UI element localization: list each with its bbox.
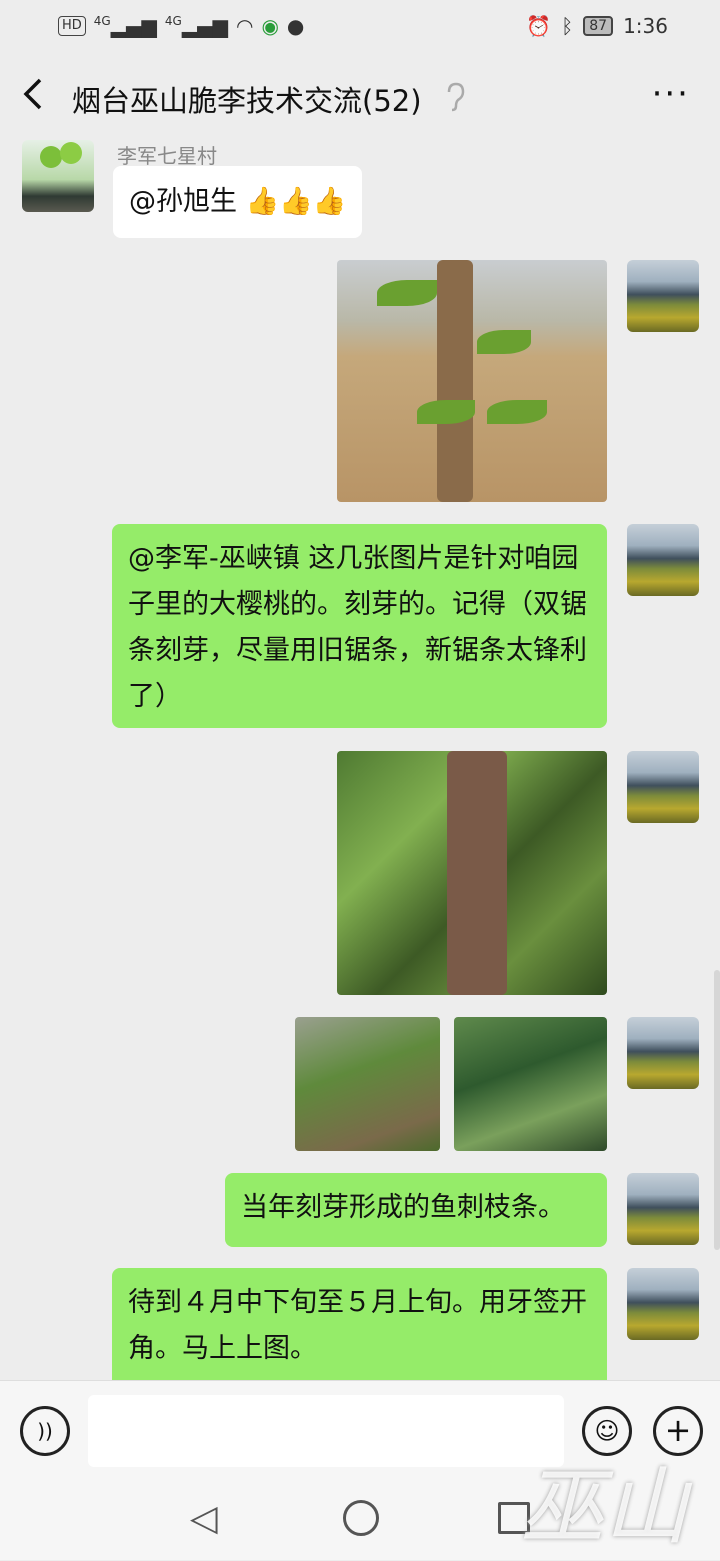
app-notification-icon: ◉ [261,14,279,38]
avatar-self[interactable] [627,1268,699,1340]
back-button[interactable] [20,76,56,120]
photo-message[interactable] [337,260,607,502]
message-input[interactable] [88,1395,564,1467]
signal-4g-icon: 4G▂▄▆ [93,14,157,38]
leaf-image [477,330,531,354]
watermark: 巫山 [520,1458,689,1556]
voice-input-button[interactable]: )) [20,1406,70,1456]
message-icon: ● [286,14,305,38]
chat-area[interactable]: 李军七星村 @孙旭生 👍👍👍 @李军-巫峡镇 这几张图片是针对咱园子里的大樱桃的… [0,140,720,1380]
avatar-self[interactable] [627,751,699,823]
back-arrow-icon [23,78,42,110]
clock: 1:36 [623,14,668,38]
chat-header: 烟台巫山脆李技术交流(52) ··· [0,56,720,140]
status-left: HD 4G▂▄▆ 4G▂▄▆ ◠ ◉ ● [58,14,304,38]
message-bubble[interactable]: 待到４月中下旬至５月上旬。用牙签开角。马上上图。 [112,1268,607,1380]
green-plum-icon-2 [60,142,82,164]
signal-4g-icon-2: 4G▂▄▆ [164,14,228,38]
message-bubble[interactable]: 当年刻芽形成的鱼刺枝条。 [225,1173,607,1247]
ear-icon [444,82,466,118]
leaf-image [377,280,437,306]
avatar-self[interactable] [627,524,699,596]
signal-4g-label-2: 4G [164,14,182,28]
wifi-icon: ◠ [235,14,254,38]
message-bubble[interactable]: @李军-巫峡镇 这几张图片是针对咱园子里的大樱桃的。刻芽的。记得（双锯条刻芽，尽… [112,524,607,728]
chat-title: 烟台巫山脆李技术交流(52) [72,84,422,118]
signal-4g-label: 4G [93,14,111,28]
photo-message[interactable] [295,1017,440,1151]
photo-message[interactable] [454,1017,607,1151]
tree-trunk-image [447,751,507,995]
voice-icon: )) [37,1419,53,1443]
hd-icon: HD [58,16,86,36]
status-bar: HD 4G▂▄▆ 4G▂▄▆ ◠ ◉ ● ⏰ ᛒ 87 1:36 [0,0,720,56]
status-right: ⏰ ᛒ 87 1:36 [526,14,668,38]
avatar[interactable] [22,140,94,212]
avatar-self[interactable] [627,1017,699,1089]
more-button[interactable]: ··· [652,74,690,114]
leaf-image [487,400,547,424]
avatar-self[interactable] [627,1173,699,1245]
leaf-image [417,400,475,424]
tree-trunk-image [437,260,473,502]
green-plum-icon [40,146,62,168]
battery-indicator: 87 [583,16,614,36]
nav-back-button[interactable]: ◁ [190,1498,218,1539]
avatar-self[interactable] [627,260,699,332]
photo-message[interactable] [337,751,607,995]
alarm-icon: ⏰ [526,14,552,38]
message-bubble[interactable]: @孙旭生 👍👍👍 [113,166,363,238]
bluetooth-icon: ᛒ [561,14,574,38]
sender-name: 李军七星村 [117,144,217,168]
scrollbar[interactable] [714,970,720,1250]
nav-home-button[interactable] [343,1500,379,1536]
